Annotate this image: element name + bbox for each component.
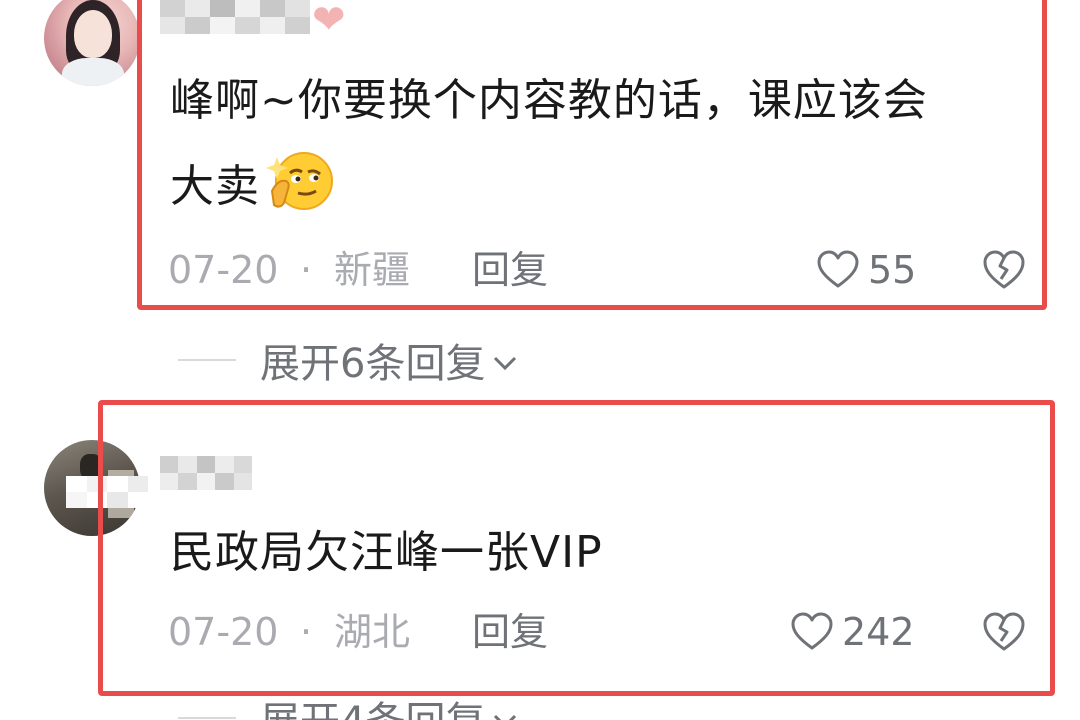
comment-meta: 07-20 · 新疆 回复 55 xyxy=(168,240,1028,300)
dislike-button[interactable] xyxy=(982,610,1026,654)
chevron-down-icon xyxy=(491,337,519,383)
heart-outline-icon xyxy=(817,250,859,288)
comment-date: 07-20 xyxy=(168,248,279,292)
user-avatar[interactable] xyxy=(44,0,140,86)
chevron-down-icon xyxy=(491,695,519,720)
comment-location: 湖北 xyxy=(334,610,411,654)
broken-heart-icon xyxy=(983,612,1025,651)
avatar-shirt xyxy=(62,58,124,86)
expand-replies-label: 展开6条回复 xyxy=(260,341,486,387)
expand-replies-label: 展开4条回复 xyxy=(260,689,485,720)
reply-button[interactable]: 回复 xyxy=(472,602,548,662)
like-button[interactable]: 242 xyxy=(790,602,915,662)
like-button[interactable]: 55 xyxy=(816,240,916,300)
expand-replies-button[interactable]: 展开4条回复 xyxy=(178,690,519,720)
meta-separator: · xyxy=(300,248,313,292)
avatar-face xyxy=(74,10,112,58)
comment-text: 峰啊~你要换个内容教的话，课应该会 大卖 xyxy=(170,58,1030,230)
thinking-smirk-emoji-icon xyxy=(266,147,334,215)
like-count: 55 xyxy=(868,248,917,292)
expand-divider xyxy=(178,717,236,719)
comment-text-line: 峰啊~你要换个内容教的话，课应该会 xyxy=(170,75,928,126)
expand-divider xyxy=(178,359,236,361)
dislike-button[interactable] xyxy=(982,248,1026,292)
comment-meta: 07-20 · 湖北 回复 242 xyxy=(168,602,1028,662)
comment-date: 07-20 xyxy=(168,610,279,654)
expand-replies-button[interactable]: 展开6条回复 xyxy=(178,332,519,388)
reply-button[interactable]: 回复 xyxy=(472,240,548,300)
like-count: 242 xyxy=(842,610,915,654)
comment-location: 新疆 xyxy=(334,248,411,292)
comment-text: 民政局欠汪峰一张VIP xyxy=(170,527,603,578)
comment-text-line: 大卖 xyxy=(170,144,1030,230)
comment-list: ❤ 峰啊~你要换个内容教的话，课应该会 大卖 07-20 · 新疆 回复 55 … xyxy=(0,0,1080,720)
heart-outline-icon xyxy=(791,612,833,650)
comment-text-fragment: 大卖 xyxy=(170,161,260,212)
broken-heart-icon xyxy=(983,250,1025,289)
meta-separator: · xyxy=(300,610,313,654)
